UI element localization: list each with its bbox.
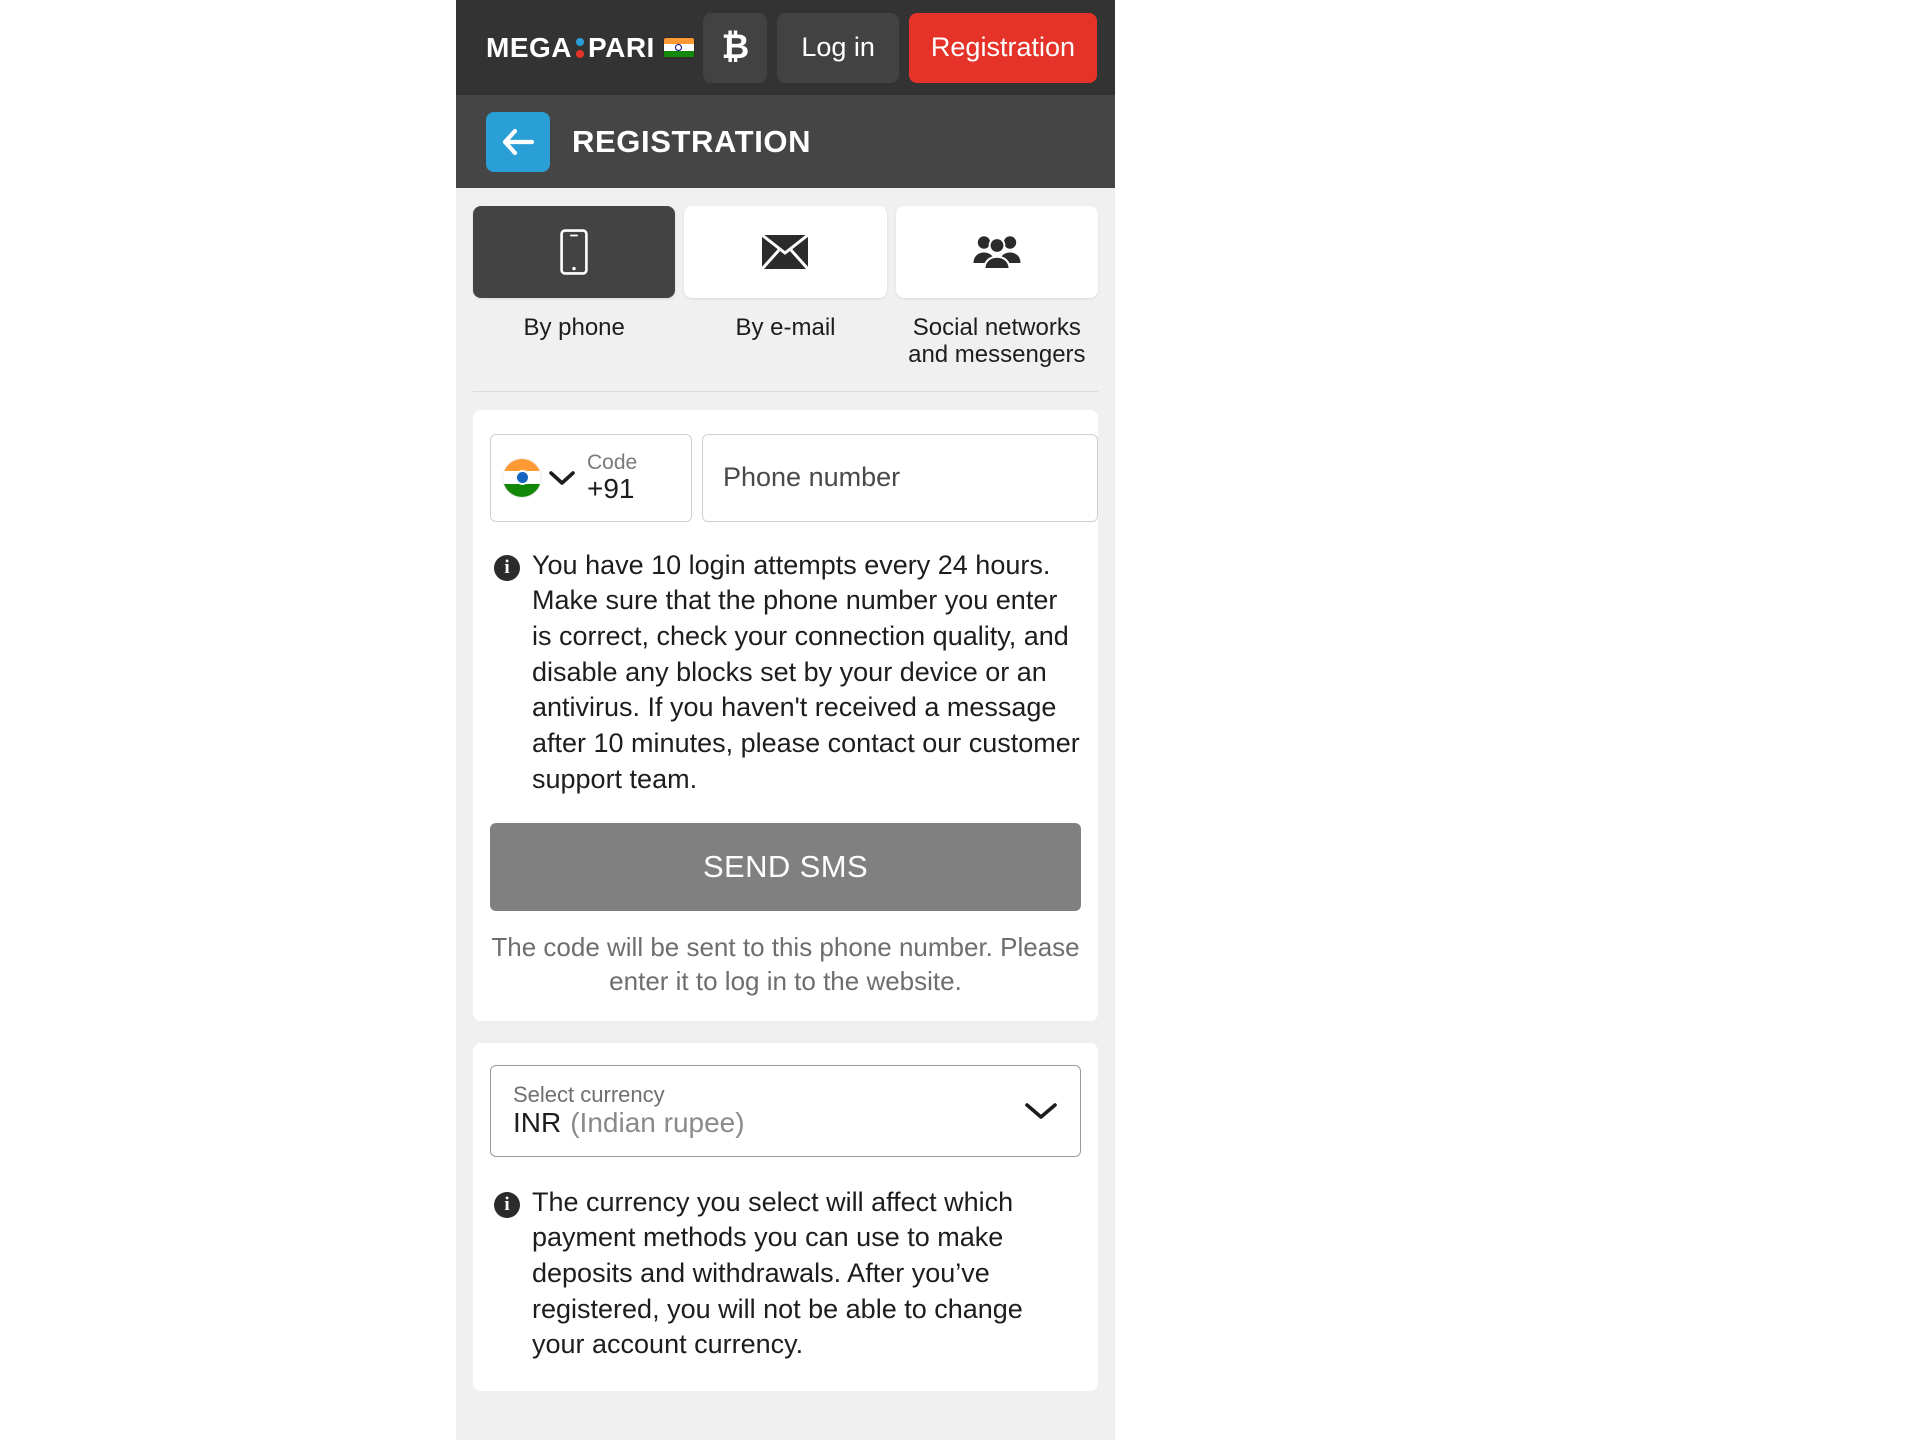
currency-select-value: INR [513, 1107, 562, 1139]
india-flag-icon [663, 37, 694, 58]
send-sms-hint-text: The code will be sent to this phone numb… [491, 932, 1080, 996]
currency-info-text: The currency you select will affect whic… [532, 1186, 1023, 1360]
logo-text-left: MEGA [486, 31, 572, 63]
arrow-left-icon [502, 128, 535, 155]
megapari-logo[interactable]: MEGA PARI [486, 32, 694, 64]
bitcoin-icon[interactable]: ₿ [703, 12, 768, 83]
people-group-icon [973, 236, 1021, 270]
logo-wordmark: MEGA PARI [486, 32, 655, 64]
currency-select-texts: Select currency INR (Indian rupee) [513, 1082, 745, 1139]
country-code-label: Code [587, 450, 638, 474]
page-title-bar: REGISTRATION [456, 95, 1115, 188]
india-flag-circle-icon [503, 458, 541, 497]
chevron-down-icon [549, 470, 575, 485]
country-code-selector[interactable]: Code +91 [490, 433, 692, 522]
phone-info-text: You have 10 login attempts every 24 hour… [532, 549, 1080, 794]
currency-card: Select currency INR (Indian rupee) i The… [473, 1042, 1098, 1391]
phone-registration-card: Code +91 i You have 10 login attempts ev… [473, 409, 1098, 1021]
tab-by-phone-label: By phone [523, 314, 625, 341]
registration-button[interactable]: Registration [908, 12, 1097, 83]
info-icon: i [494, 1191, 520, 1218]
top-header-bar: MEGA PARI ₿ Log in Registration [456, 0, 1115, 95]
bitcoin-glyph: ₿ [721, 28, 750, 66]
phone-info-block: i You have 10 login attempts every 24 ho… [490, 548, 1081, 797]
tab-by-email-card [684, 206, 887, 298]
currency-select-label: Select currency [513, 1081, 665, 1107]
tab-social-networks-card [895, 206, 1098, 298]
tab-social-networks-label: Social networks and messengers [908, 314, 1086, 368]
envelope-icon [762, 235, 809, 269]
tabs-divider [473, 390, 1098, 392]
country-code-texts: Code +91 [587, 451, 637, 505]
currency-select-value-sub: (Indian rupee) [570, 1107, 745, 1139]
currency-select-value-row: INR (Indian rupee) [513, 1107, 745, 1139]
phone-number-input[interactable] [702, 433, 1098, 522]
mobile-viewport: MEGA PARI ₿ Log in Registration REGISTRA… [456, 0, 1115, 1440]
registration-button-label: Registration [930, 32, 1075, 62]
country-code-value: +91 [587, 472, 635, 504]
logo-dots-icon [576, 37, 584, 58]
chevron-down-icon [1025, 1102, 1057, 1119]
tab-by-email[interactable]: By e-mail [684, 206, 887, 369]
mobile-phone-icon [560, 229, 588, 275]
send-sms-button[interactable]: SEND SMS [490, 823, 1081, 912]
tab-by-email-label: By e-mail [735, 314, 836, 341]
currency-select[interactable]: Select currency INR (Indian rupee) [490, 1064, 1081, 1157]
registration-method-tabs: By phone By e-mail Social networks and m… [456, 188, 1115, 369]
page-title: REGISTRATION [572, 123, 812, 159]
logo-text-right: PARI [588, 31, 655, 63]
phone-input-row: Code +91 [490, 433, 1098, 522]
login-button-label: Log in [801, 32, 875, 62]
tab-social-networks[interactable]: Social networks and messengers [895, 206, 1098, 369]
info-icon: i [494, 554, 520, 581]
tab-by-phone[interactable]: By phone [473, 206, 676, 369]
currency-info-block: i The currency you select will affect wh… [490, 1185, 1081, 1363]
back-button[interactable] [486, 111, 550, 172]
tab-by-phone-card [473, 206, 676, 298]
login-button[interactable]: Log in [777, 12, 899, 83]
